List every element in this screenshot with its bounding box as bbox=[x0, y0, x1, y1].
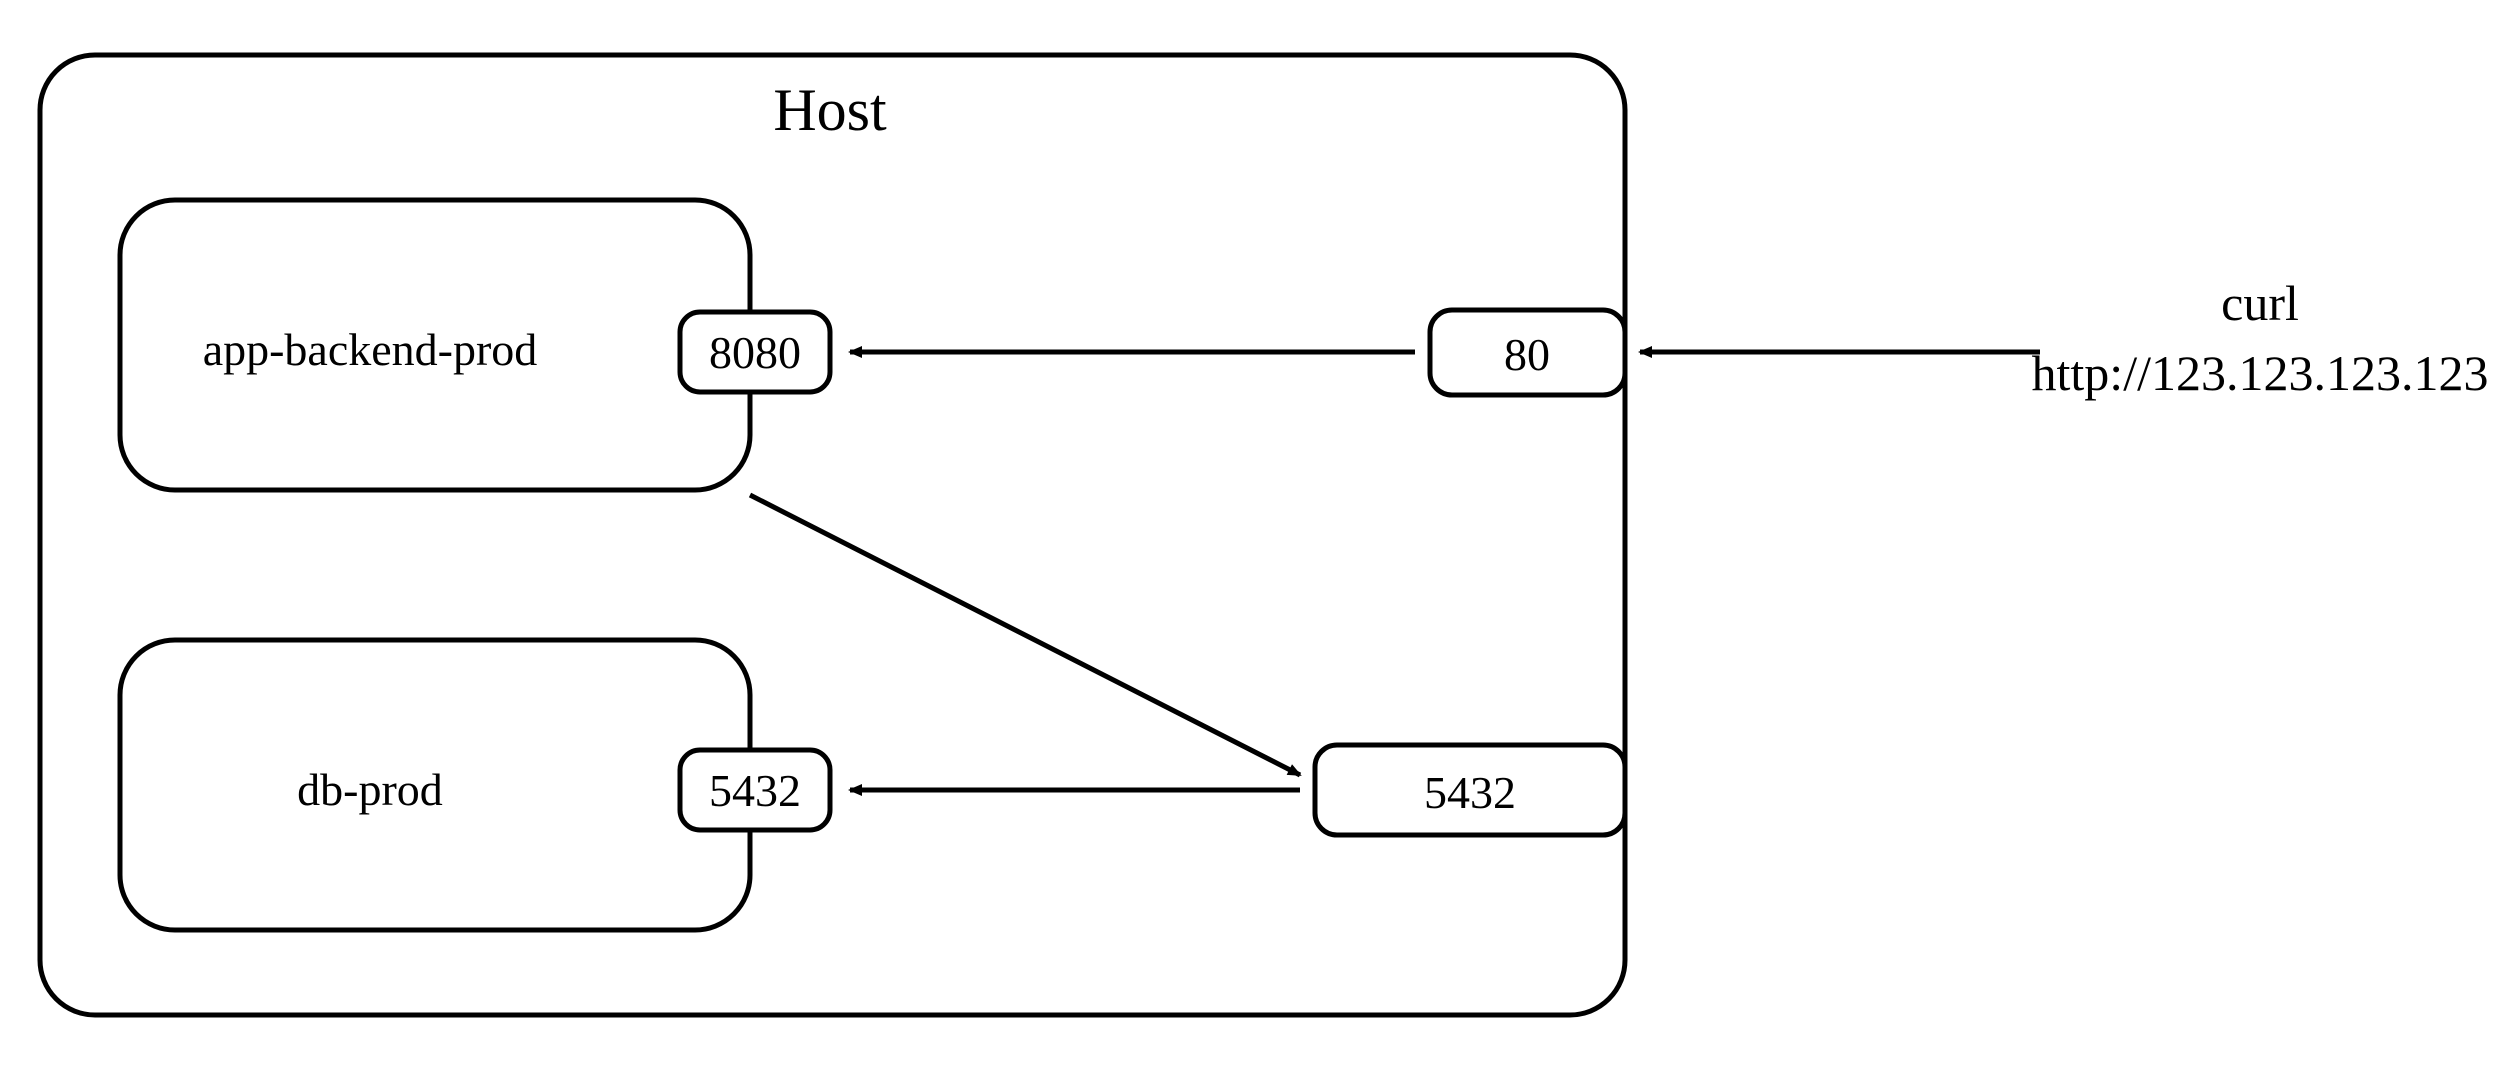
external-command: curl bbox=[2221, 275, 2299, 331]
external-url: http://123.123.123.123 bbox=[2032, 345, 2489, 401]
host-port-db: 5432 bbox=[1424, 767, 1516, 818]
arrow-app-to-host5432 bbox=[750, 495, 1300, 775]
container-db-port: 5432 bbox=[709, 765, 801, 816]
host-port-http: 80 bbox=[1504, 329, 1550, 380]
container-app-backend-label: app-backend-prod bbox=[203, 324, 538, 375]
container-app-port: 8080 bbox=[709, 327, 801, 378]
network-diagram: Host app-backend-prod 8080 db-prod 5432 … bbox=[0, 0, 2499, 1072]
container-db-label: db-prod bbox=[297, 764, 443, 815]
host-title: Host bbox=[773, 77, 887, 143]
